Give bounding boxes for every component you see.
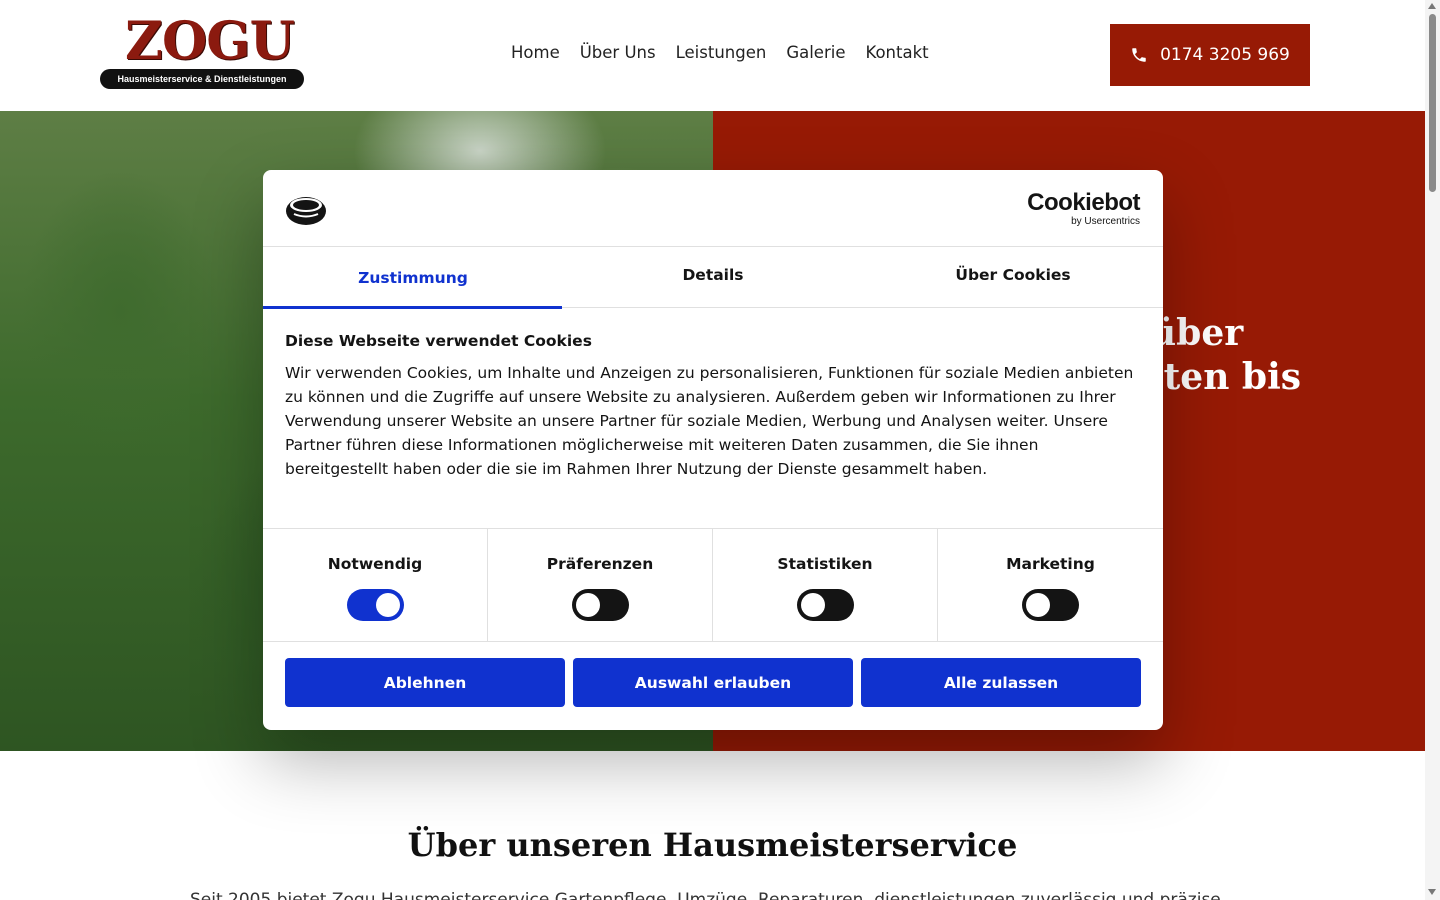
category-statistiken: Statistiken [713,529,938,642]
nav-kontakt[interactable]: Kontakt [865,42,928,64]
reject-button[interactable]: Ablehnen [285,658,565,707]
nav-galerie[interactable]: Galerie [786,42,845,64]
toggle-knob [375,593,400,617]
dialog-actions: Ablehnen Auswahl erlauben Alle zulassen [285,658,1141,708]
cookiebot-wordmark: Cookiebot [1027,189,1140,216]
scroll-down-arrow-icon[interactable] [1428,889,1436,895]
category-label: Statistiken [777,555,873,573]
cookiebot-logo-icon [286,197,326,225]
allow-selection-button[interactable]: Auswahl erlauben [573,658,853,707]
logo-wordmark: ZOGU [125,11,295,72]
dialog-tabs: Zustimmung Details Über Cookies [263,247,1163,309]
category-label: Präferenzen [546,555,654,573]
phone-button[interactable]: 0174 3205 969 [1110,24,1310,86]
toggle-knob [1026,593,1050,617]
logo-tagline: Hausmeisterservice & Dienstleistungen [100,69,304,89]
zogu-logo[interactable]: ZOGU Hausmeisterservice & Dienstleistung… [100,16,304,90]
phone-icon [1132,48,1146,62]
main-nav: Home Über Uns Leistungen Galerie Kontakt [511,42,929,64]
toggle-marketing[interactable] [1022,589,1079,621]
dialog-title: Diese Webseite verwendet Cookies [285,332,592,350]
cookiebot-brand[interactable]: Cookiebot by Usercentrics [1027,189,1140,228]
tab-ueber-cookies[interactable]: Über Cookies [863,247,1163,308]
toggle-statistiken[interactable] [796,589,854,621]
about-text: Seit 2005 bietet Zogu Hausmeisterservice… [190,890,1221,900]
scroll-thumb[interactable] [1429,14,1436,192]
site-header: ZOGU Hausmeisterservice & Dienstleistung… [0,0,1425,111]
consent-categories: Notwendig Präferenzen Statistiken Market… [263,528,1163,642]
cookiebot-byline: by Usercentrics [1071,216,1140,227]
toggle-knob [800,593,825,617]
category-marketing: Marketing [938,529,1163,642]
dialog-body: Diese Webseite verwendet Cookies Wir ver… [285,330,1141,481]
category-notwendig: Notwendig [263,529,488,642]
category-label: Notwendig [327,555,423,573]
nav-leistungen[interactable]: Leistungen [676,42,767,64]
page-scrollbar[interactable] [1425,0,1440,900]
category-praeferenzen: Präferenzen [488,529,713,642]
allow-all-button[interactable]: Alle zulassen [861,658,1141,707]
about-title: Über unseren Hausmeisterservice [407,826,1018,864]
phone-number: 0174 3205 969 [1160,45,1290,65]
nav-home[interactable]: Home [511,42,560,64]
cookie-consent-dialog: Cookiebot by Usercentrics Zustimmung Det… [263,170,1163,730]
toggle-knob [575,593,600,617]
tab-details[interactable]: Details [563,247,863,308]
toggle-notwendig[interactable] [346,589,404,621]
dialog-header: Cookiebot by Usercentrics [263,170,1163,247]
scroll-up-arrow-icon[interactable] [1428,3,1436,9]
hero-title: über iten bis [1150,312,1302,398]
category-label: Marketing [1006,555,1095,573]
tab-zustimmung[interactable]: Zustimmung [263,247,563,309]
dialog-description: Wir verwenden Cookies, um Inhalte und An… [285,364,1134,478]
nav-ueber-uns[interactable]: Über Uns [580,42,656,64]
toggle-praeferenzen[interactable] [571,589,629,621]
